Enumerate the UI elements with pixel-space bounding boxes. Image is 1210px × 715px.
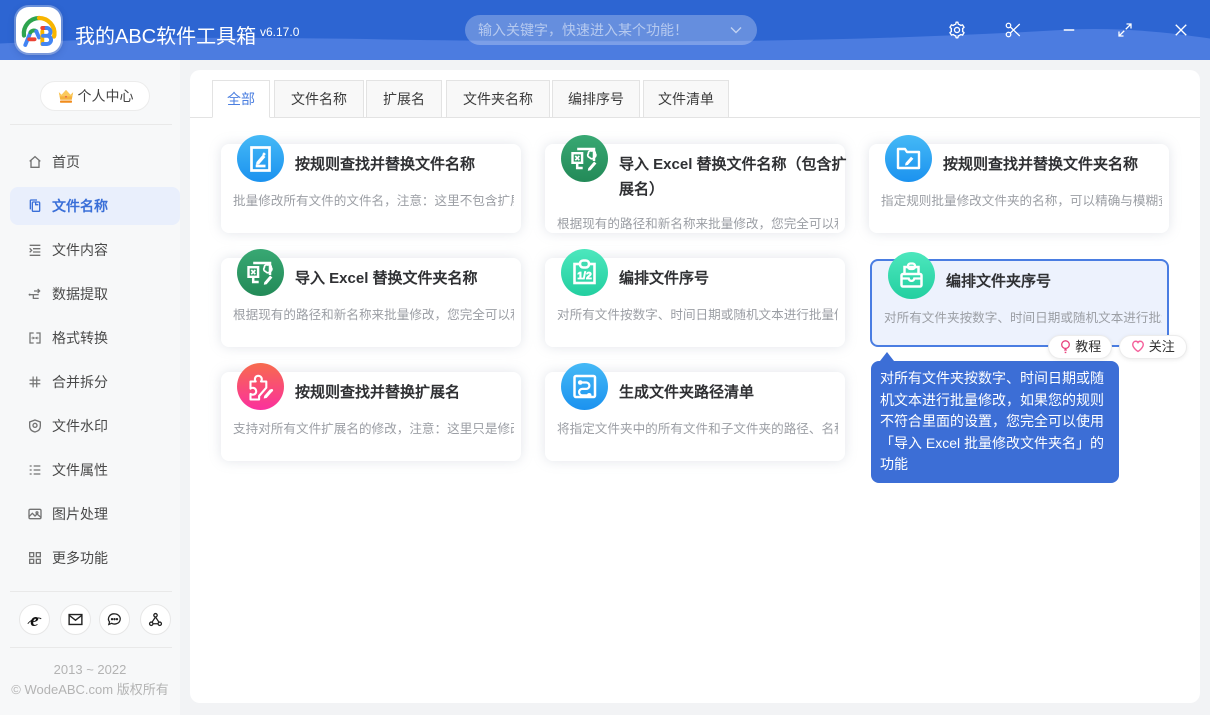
svg-text:1/2: 1/2 bbox=[577, 270, 592, 282]
